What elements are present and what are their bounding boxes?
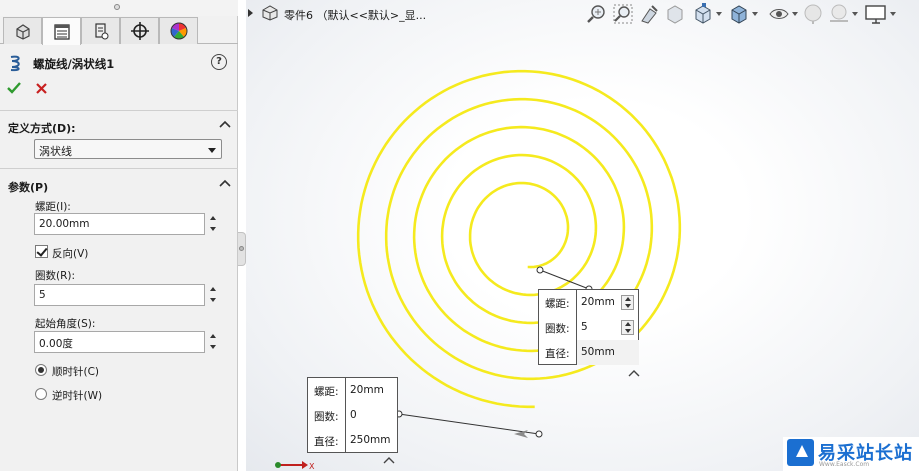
callout-row-revolutions: 圈数: 0	[308, 403, 397, 428]
callout-revolutions-label: 圈数:	[314, 411, 339, 423]
watermark-logo-icon	[787, 439, 814, 466]
watermark-subtext: Www.Easck.Com	[819, 461, 870, 468]
definition-type-value: 涡状线	[39, 145, 72, 158]
start-angle-input[interactable]: 0.00度	[34, 331, 205, 353]
property-manager-panel: 螺旋线/涡状线1 ? 定义方式(D): 涡状线 参数(P) 螺距(I): 20.…	[0, 0, 238, 471]
revolutions-spinner[interactable]	[207, 284, 221, 306]
graphics-viewport[interactable]: 零件6 （默认<<默认>_显... 螺距: 20mm 圈数: 5 直径: 50m…	[246, 0, 919, 471]
configuration-manager-tab[interactable]	[81, 17, 120, 44]
inner-endpoint-handle[interactable]	[536, 266, 544, 274]
display-manager-tab[interactable]	[159, 17, 198, 44]
ok-checkmark-icon[interactable]	[7, 82, 21, 94]
outer-endpoint-handle[interactable]	[535, 430, 543, 438]
color-wheel-icon	[170, 22, 187, 40]
manager-tab-strip	[0, 17, 238, 45]
callout-pitch-value: 20mm	[581, 296, 615, 308]
feature-title: 螺旋线/涡状线1	[33, 57, 115, 71]
reverse-label[interactable]: 反向(V)	[52, 246, 88, 261]
crosshair-icon	[130, 22, 149, 40]
collapse-chevron-icon[interactable]	[219, 120, 231, 129]
cancel-x-icon[interactable]	[36, 83, 47, 94]
definition-section-title[interactable]: 定义方式(D):	[8, 120, 76, 136]
coordinate-triad: X	[275, 461, 315, 471]
dimxpert-manager-tab[interactable]	[120, 17, 159, 44]
site-watermark: 易采站长站 Www.Easck.Com	[783, 437, 919, 471]
start-angle-label: 起始角度(S):	[35, 318, 96, 330]
revolutions-label: 圈数(R):	[35, 270, 76, 282]
outer-parameter-callout: 螺距: 20mm 圈数: 0 直径: 250mm	[307, 377, 398, 453]
callout-revolutions-field[interactable]: 0	[345, 403, 398, 428]
callout-row-diameter: 直径: 50mm	[539, 340, 639, 365]
callout-diameter-field[interactable]: 250mm	[345, 428, 398, 453]
callout-row-diameter: 直径: 250mm	[308, 428, 397, 453]
inner-parameter-callout: 螺距: 20mm 圈数: 5 直径: 50mm	[538, 289, 639, 365]
property-manager-tab[interactable]	[42, 17, 81, 45]
dropdown-arrow-icon	[208, 148, 216, 153]
callout-revolutions-label: 圈数:	[545, 323, 570, 335]
clockwise-radio[interactable]	[35, 364, 47, 376]
callout-pitch-field[interactable]: 20mm	[345, 378, 398, 403]
help-icon[interactable]: ?	[211, 54, 227, 70]
panel-grip[interactable]	[0, 0, 238, 16]
callout-collapse-icon[interactable]	[628, 370, 640, 377]
callout-diameter-value: 250mm	[350, 434, 391, 446]
callout-revolutions-value: 5	[581, 321, 588, 333]
definition-type-select[interactable]: 涡状线	[34, 139, 222, 159]
collapse-chevron-icon[interactable]	[219, 179, 231, 188]
callout-diameter-field: 50mm	[576, 340, 639, 365]
feature-tree-icon	[15, 24, 30, 40]
callout-pitch-spinner[interactable]	[621, 295, 634, 310]
callout-pitch-label: 螺距:	[314, 386, 339, 398]
reverse-checkbox[interactable]	[35, 245, 48, 258]
revolutions-value: 5	[39, 289, 46, 301]
callout-pitch-value: 20mm	[350, 384, 384, 396]
outer-leader-line	[398, 413, 540, 435]
callout-diameter-label: 直径:	[545, 348, 570, 360]
callout-revolutions-value: 0	[350, 409, 357, 421]
divider	[0, 110, 238, 111]
start-angle-spinner[interactable]	[207, 331, 221, 353]
property-list-icon	[53, 23, 70, 40]
pitch-value: 20.00mm	[39, 218, 90, 230]
parameters-section-title[interactable]: 参数(P)	[8, 179, 48, 195]
callout-pitch-label: 螺距:	[545, 298, 570, 310]
pitch-label: 螺距(I):	[35, 201, 71, 213]
pitch-spinner[interactable]	[207, 213, 221, 235]
counterclockwise-label[interactable]: 逆时针(W)	[52, 388, 102, 403]
triad-x-label: X	[309, 462, 315, 471]
helix-spiral-icon	[10, 55, 20, 72]
revolutions-input[interactable]: 5	[34, 284, 205, 306]
start-angle-value: 0.00度	[39, 338, 73, 350]
counterclockwise-radio[interactable]	[35, 388, 47, 400]
callout-row-revolutions: 圈数: 5	[539, 315, 638, 340]
configuration-icon	[94, 23, 108, 40]
clockwise-label[interactable]: 顺时针(C)	[52, 364, 99, 379]
pitch-input[interactable]: 20.00mm	[34, 213, 205, 235]
callout-diameter-label: 直径:	[314, 436, 339, 448]
splitter-handle[interactable]	[238, 232, 246, 266]
feature-header: 螺旋线/涡状线1 ?	[0, 52, 238, 72]
callout-collapse-icon[interactable]	[383, 457, 395, 464]
divider	[0, 168, 238, 169]
callout-diameter-value: 50mm	[581, 346, 615, 358]
feature-manager-tab[interactable]	[3, 17, 42, 44]
callout-row-pitch: 螺距: 20mm	[308, 378, 397, 403]
callout-row-pitch: 螺距: 20mm	[539, 290, 638, 315]
callout-revolutions-spinner[interactable]	[621, 320, 634, 335]
